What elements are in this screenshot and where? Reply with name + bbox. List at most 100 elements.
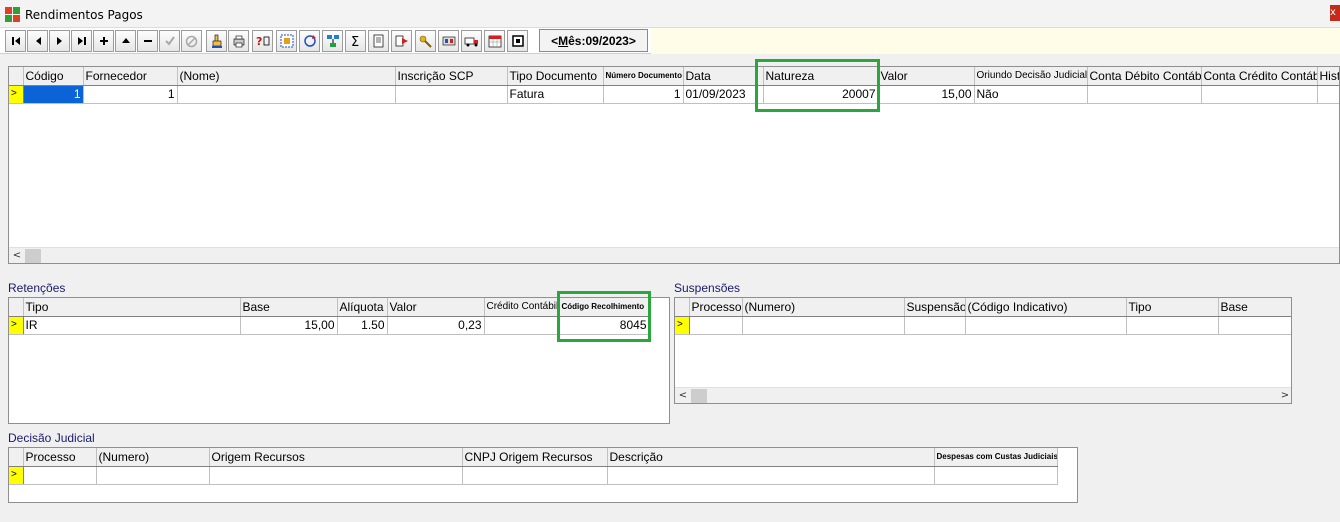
cell-nome[interactable] [177, 85, 396, 104]
sum-button[interactable]: Σ [345, 30, 366, 52]
cell-cnpj-origem-recursos[interactable] [462, 466, 608, 485]
tools-button[interactable] [438, 30, 459, 52]
cell-tipo[interactable] [1126, 316, 1219, 335]
table-row[interactable]: > 1 1 Fatura 1 01/09/2023 20007 15,00 Nã… [9, 85, 1339, 104]
cancel-edit-button[interactable] [181, 30, 202, 52]
calendar-icon [488, 35, 501, 48]
col-oriundo-decisao-judicial[interactable]: Oriundo Decisão Judicial [974, 67, 1088, 86]
cell-data[interactable]: 01/09/2023 [683, 85, 764, 104]
col-tipo[interactable]: Tipo [1126, 298, 1219, 317]
report-button[interactable] [368, 30, 389, 52]
col-fornecedor[interactable]: Fornecedor [83, 67, 178, 86]
suspensoes-hscroll[interactable]: < > [675, 387, 1291, 403]
cell-numero[interactable] [96, 466, 210, 485]
col-base[interactable]: Base [240, 298, 338, 317]
cell-conta-credito[interactable] [1201, 85, 1318, 104]
post-button[interactable] [159, 30, 180, 52]
first-icon [11, 37, 20, 45]
export-button[interactable] [391, 30, 412, 52]
cell-origem-recursos[interactable] [209, 466, 463, 485]
first-record-button[interactable] [5, 30, 26, 52]
scroll-thumb[interactable] [25, 248, 41, 263]
col-aliquota[interactable]: Alíquota [337, 298, 388, 317]
scroll-left-arrow[interactable]: < [9, 250, 25, 261]
suspensoes-grid[interactable]: Processo (Numero) Suspensão (Código Indi… [674, 297, 1292, 404]
config-button[interactable] [322, 30, 343, 52]
cell-inscricao-scp[interactable] [395, 85, 508, 104]
insert-record-button[interactable] [93, 30, 114, 52]
cell-codigo-indicativo[interactable] [965, 316, 1127, 335]
col-numero[interactable]: (Numero) [96, 448, 210, 467]
cell-base[interactable]: 15,00 [240, 316, 338, 335]
cell-aliquota[interactable]: 1.50 [337, 316, 388, 335]
col-processo[interactable]: Processo [23, 448, 97, 467]
cell-suspensao[interactable] [904, 316, 966, 335]
cell-descricao[interactable] [607, 466, 935, 485]
scroll-left-arrow[interactable]: < [675, 390, 691, 401]
prior-record-button[interactable] [27, 30, 48, 52]
col-conta-credito[interactable]: Conta Crédito Contábil [1201, 67, 1318, 86]
cell-conta-debito[interactable] [1087, 85, 1202, 104]
key-button[interactable] [415, 30, 436, 52]
scroll-thumb[interactable] [691, 388, 707, 403]
table-row[interactable]: > [9, 466, 1058, 485]
col-historico[interactable]: Histó [1317, 67, 1339, 86]
search-button[interactable]: ? [252, 30, 273, 52]
filter-button[interactable] [276, 30, 297, 52]
col-descricao[interactable]: Descrição [607, 448, 935, 467]
up-button[interactable] [115, 30, 136, 52]
cell-valor[interactable]: 0,23 [387, 316, 485, 335]
last-record-button[interactable] [71, 30, 92, 52]
col-processo[interactable]: Processo [689, 298, 743, 317]
cell-despesas[interactable] [934, 466, 1058, 485]
print-button[interactable] [228, 30, 249, 52]
col-numero[interactable]: (Numero) [742, 298, 905, 317]
cell-numero-documento[interactable]: 1 [603, 85, 684, 104]
col-nome[interactable]: (Nome) [177, 67, 396, 86]
decisao-grid[interactable]: Processo (Numero) Origem Recursos CNPJ O… [8, 447, 1078, 503]
cell-credito-contabil[interactable] [484, 316, 560, 335]
col-codigo[interactable]: Código [23, 67, 84, 86]
cell-processo[interactable] [689, 316, 743, 335]
col-tipo[interactable]: Tipo [23, 298, 241, 317]
table-row[interactable]: > IR 15,00 1.50 0,23 8045 [9, 316, 650, 335]
col-base[interactable]: Base [1218, 298, 1291, 317]
delete-record-button[interactable] [137, 30, 158, 52]
table-row[interactable]: > [675, 316, 1291, 335]
calendar-button[interactable] [484, 30, 505, 52]
edit-button[interactable] [206, 30, 227, 52]
col-numero-documento[interactable]: Número Documento [603, 67, 684, 86]
col-credito-contabil[interactable]: Crédito Contábil [484, 298, 560, 317]
month-selector-button[interactable]: < Mês:09/2023 > [539, 29, 648, 52]
decisao-header: Processo (Numero) Origem Recursos CNPJ O… [9, 448, 1058, 467]
cell-numero[interactable] [742, 316, 905, 335]
cell-codigo[interactable]: 1 [23, 85, 84, 104]
col-tipo-documento[interactable]: Tipo Documento [507, 67, 604, 86]
col-suspensao[interactable]: Suspensão [904, 298, 966, 317]
close-form-button[interactable] [507, 30, 528, 52]
col-cnpj-origem-recursos[interactable]: CNPJ Origem Recursos [462, 448, 608, 467]
cell-tipo-documento[interactable]: Fatura [507, 85, 604, 104]
truck-button[interactable] [461, 30, 482, 52]
col-origem-recursos[interactable]: Origem Recursos [209, 448, 463, 467]
scroll-right-arrow[interactable]: > [1277, 390, 1291, 401]
cell-historico[interactable] [1317, 85, 1339, 104]
main-grid[interactable]: Código Fornecedor (Nome) Inscrição SCP T… [8, 66, 1340, 264]
cell-fornecedor[interactable]: 1 [83, 85, 178, 104]
cell-tipo[interactable]: IR [23, 316, 241, 335]
col-despesas-custas-judiciais[interactable]: Despesas com Custas Judiciais [934, 448, 1058, 467]
col-conta-debito[interactable]: Conta Débito Contábil [1087, 67, 1202, 86]
cell-base[interactable] [1218, 316, 1291, 335]
close-button[interactable]: x [1330, 5, 1340, 21]
cell-processo[interactable] [23, 466, 97, 485]
col-inscricao-scp[interactable]: Inscrição SCP [395, 67, 508, 86]
col-valor[interactable]: Valor [387, 298, 485, 317]
col-codigo-indicativo[interactable]: (Código Indicativo) [965, 298, 1127, 317]
col-valor[interactable]: Valor [878, 67, 975, 86]
cell-oriundo[interactable]: Não [974, 85, 1088, 104]
refresh-button[interactable] [299, 30, 320, 52]
main-grid-hscroll[interactable]: < [9, 247, 1339, 263]
next-record-button[interactable] [49, 30, 70, 52]
cell-valor[interactable]: 15,00 [878, 85, 975, 104]
col-data[interactable]: Data [683, 67, 764, 86]
